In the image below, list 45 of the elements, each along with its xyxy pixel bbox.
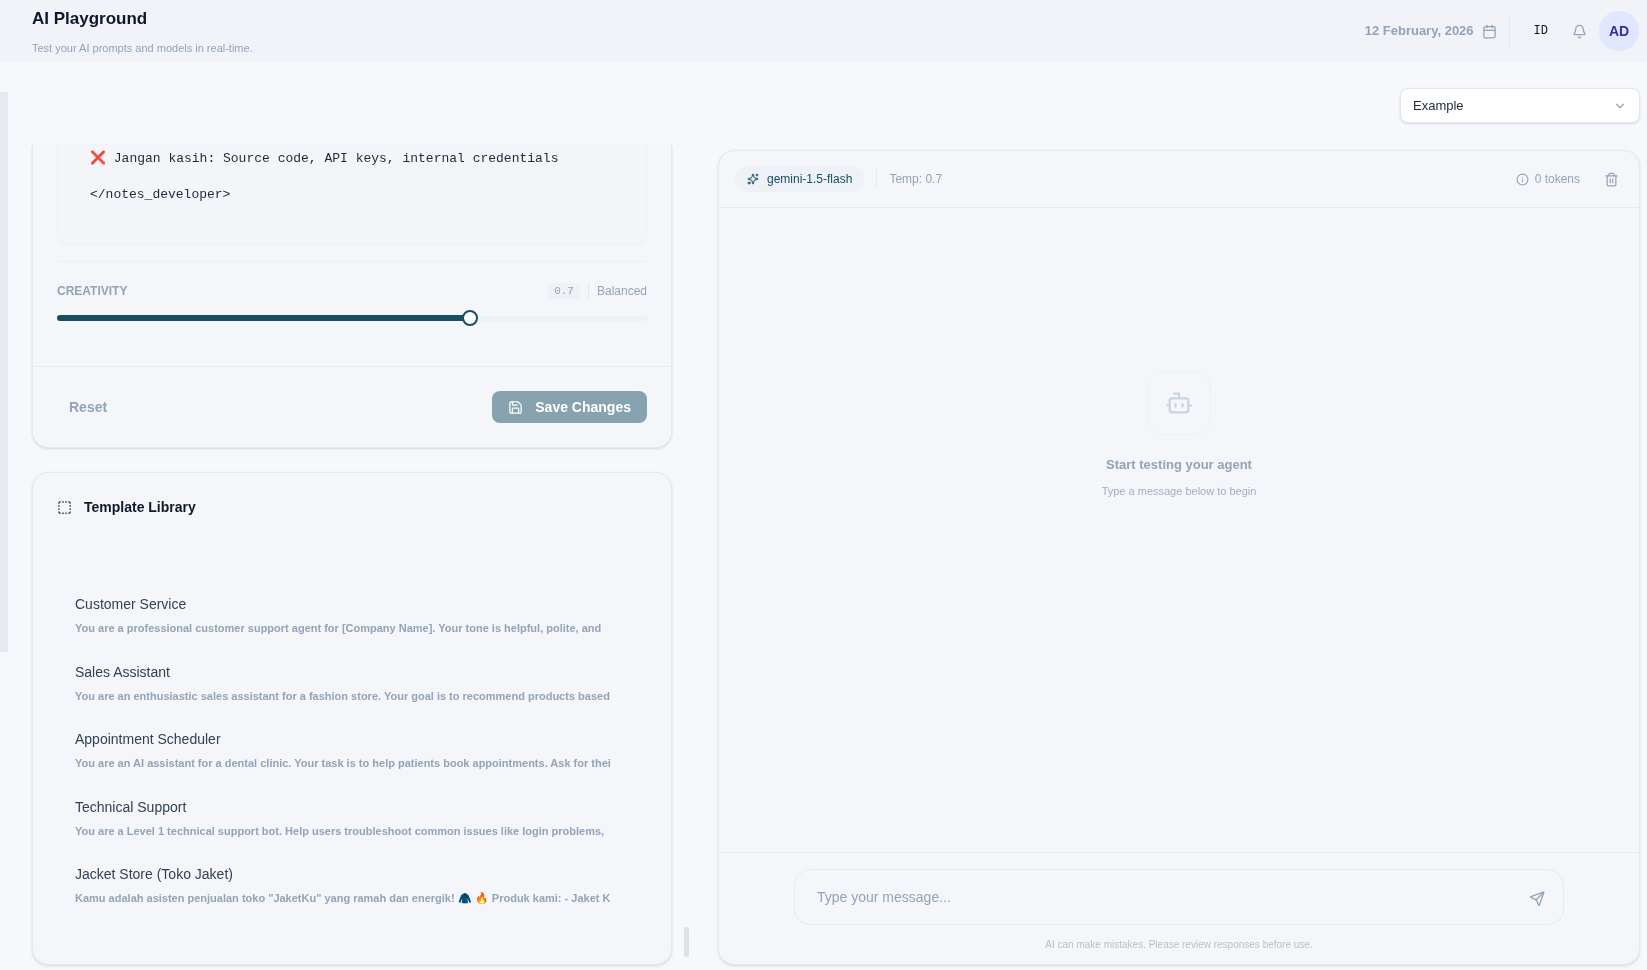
template-preview: You are an enthusiastic sales assistant for a fashion store. Your goal is to recommend products based bbox=[75, 688, 611, 704]
user-avatar[interactable]: AD bbox=[1599, 11, 1639, 51]
template-name: Jacket Store (Toko Jaket) bbox=[75, 865, 234, 884]
message-composer[interactable]: Type your message... bbox=[794, 869, 1564, 925]
calendar-icon[interactable] bbox=[1481, 23, 1497, 39]
creativity-slider[interactable] bbox=[57, 310, 647, 326]
template-preview: Kamu adalah asisten penjualan toko "JaketKu" yang ramah dan energik! 🧥 🔥 Produk kami: - Jaket K bbox=[75, 891, 612, 906]
creativity-label: CREATIVITY bbox=[57, 283, 128, 300]
template-preview: You are a Level 1 technical support bot. Help users troubleshoot common issues like login problems, bbox=[75, 823, 606, 839]
template-item[interactable]: Jacket Store (Toko Jaket) Kamu adalah asisten penjualan toko "JaketKu" yang ramah dan energik! 🧥 🔥 Produk kami: - Jaket K bbox=[75, 864, 647, 907]
template-item[interactable]: Technical Support You are a Level 1 technical support bot. Help users troubleshoot common issues like login problems, bbox=[75, 796, 647, 839]
page-subtitle: Test your AI prompts and models in real-time. bbox=[32, 40, 253, 56]
template-name: Customer Service bbox=[75, 595, 188, 614]
template-item[interactable]: Customer Service You are a professional customer support agent for [Company Name]. Your tone is helpful, polite, and bbox=[75, 594, 647, 637]
template-name: Appointment Scheduler bbox=[75, 730, 222, 749]
notification-icon[interactable] bbox=[1572, 23, 1587, 39]
delete-icon[interactable] bbox=[1604, 171, 1619, 187]
code-line: </notes_developer> bbox=[90, 185, 232, 204]
creativity-mode: Balanced bbox=[596, 283, 647, 300]
template-item[interactable]: Appointment Scheduler You are an AI assistant for a dental clinic. Your task is to help patients book appointments. Ask for thei bbox=[75, 729, 647, 772]
list-scrollbar[interactable] bbox=[684, 927, 689, 957]
temperature-label: Temp: 0.7 bbox=[889, 171, 943, 188]
creativity-value: 0.7 bbox=[548, 282, 580, 300]
preset-select[interactable]: Example bbox=[1400, 88, 1640, 123]
template-icon bbox=[57, 500, 72, 515]
save-icon bbox=[508, 399, 524, 415]
date-label: 12 February, 2026 bbox=[1364, 22, 1474, 41]
template-name: Technical Support bbox=[75, 797, 188, 817]
sparkles-icon bbox=[747, 173, 759, 185]
template-preview: You are an AI assistant for a dental clinic. Your task is to help patients book appointments. Ask for thei bbox=[75, 756, 612, 771]
card-title: Template Library bbox=[84, 498, 196, 517]
message-input[interactable]: Type your message... bbox=[817, 885, 1519, 909]
slider-thumb[interactable] bbox=[462, 310, 478, 326]
template-item[interactable]: Sales Assistant You are an enthusiastic sales assistant for a fashion store. Your goal is to recommend products based bbox=[75, 661, 647, 704]
code-line: ❌ Jangan kasih: Source code, API keys, internal credentials bbox=[90, 149, 560, 168]
model-badge: gemini-1.5-flash bbox=[735, 166, 865, 192]
page-title: AI Playground bbox=[32, 8, 149, 30]
info-icon bbox=[1515, 172, 1529, 186]
language-button[interactable]: ID bbox=[1521, 22, 1560, 40]
empty-state-title: Start testing your agent bbox=[1106, 456, 1252, 474]
empty-state-hint: Type a message below to begin bbox=[1101, 483, 1257, 499]
code-editor[interactable]: ❌ Jangan kasih: Source code, API keys, internal credentials </notes_developer> bbox=[57, 145, 647, 245]
template-name: Sales Assistant bbox=[75, 662, 171, 682]
token-count: 0 tokens bbox=[1534, 171, 1580, 188]
template-preview: You are a professional customer support agent for [Company Name]. Your tone is helpful, polite, and bbox=[75, 621, 603, 636]
